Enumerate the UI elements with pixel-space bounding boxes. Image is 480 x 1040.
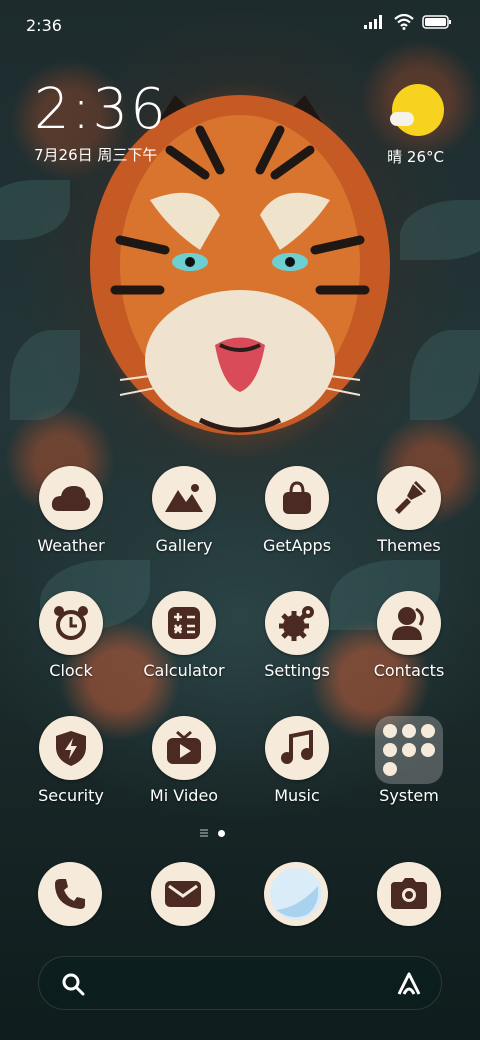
app-label: Gallery bbox=[155, 536, 213, 555]
dock-messages[interactable] bbox=[151, 862, 215, 926]
cloud-icon bbox=[390, 112, 414, 126]
tiger-wallpaper bbox=[90, 95, 390, 435]
app-label: Weather bbox=[37, 536, 105, 555]
app-calculator[interactable]: Calculator bbox=[129, 591, 239, 680]
home-screen: 2:36 2:36 7月26日 周三下午 晴 26°C Weather Gall… bbox=[0, 0, 480, 1040]
signal-icon bbox=[364, 15, 382, 29]
app-settings[interactable]: Settings bbox=[242, 591, 352, 680]
clock-date: 7月26日 周三下午 bbox=[34, 146, 158, 164]
camera-icon bbox=[391, 878, 427, 909]
app-themes[interactable]: Themes bbox=[354, 466, 464, 555]
app-label: Security bbox=[38, 786, 104, 805]
app-contacts[interactable]: Contacts bbox=[354, 591, 464, 680]
app-clock[interactable]: Clock bbox=[16, 591, 126, 680]
page-indicator[interactable] bbox=[200, 829, 225, 837]
app-mi-video[interactable]: Mi Video bbox=[129, 716, 239, 805]
app-system-folder[interactable]: System bbox=[354, 716, 464, 805]
app-getapps[interactable]: GetApps bbox=[242, 466, 352, 555]
browser-icon bbox=[268, 866, 324, 922]
home-feed-indicator-icon bbox=[200, 829, 208, 837]
clock-widget[interactable]: 2:36 7月26日 周三下午 bbox=[34, 82, 168, 165]
shield-icon bbox=[39, 716, 103, 780]
app-music[interactable]: Music bbox=[242, 716, 352, 805]
dock-camera[interactable] bbox=[377, 862, 441, 926]
battery-icon bbox=[422, 15, 451, 29]
wifi-icon bbox=[394, 14, 414, 30]
mountain-icon bbox=[152, 466, 216, 530]
person-icon bbox=[377, 591, 441, 655]
clock-time: 2:36 bbox=[34, 77, 168, 142]
status-bar: 2:36 bbox=[0, 0, 480, 50]
app-label: GetApps bbox=[262, 536, 332, 555]
search-icon bbox=[62, 973, 85, 996]
dock-phone[interactable] bbox=[38, 862, 102, 926]
sun-icon bbox=[392, 84, 444, 136]
app-label: Mi Video bbox=[149, 786, 219, 805]
app-label: Clock bbox=[49, 661, 93, 680]
app-weather[interactable]: Weather bbox=[16, 466, 126, 555]
gear-icon bbox=[265, 591, 329, 655]
cloud-icon bbox=[39, 466, 103, 530]
weather-condition-temp: 晴 26°C bbox=[387, 148, 444, 166]
assistant-icon[interactable] bbox=[395, 970, 423, 998]
folder-icon bbox=[375, 716, 443, 784]
app-label: Calculator bbox=[143, 661, 225, 680]
app-label: Music bbox=[274, 786, 320, 805]
music-note-icon bbox=[265, 716, 329, 780]
app-security[interactable]: Security bbox=[16, 716, 126, 805]
alarm-clock-icon bbox=[39, 591, 103, 655]
dock-browser[interactable] bbox=[264, 862, 328, 926]
status-icons bbox=[364, 14, 452, 30]
weather-widget[interactable]: 晴 26°C bbox=[324, 84, 444, 166]
app-label: Contacts bbox=[373, 661, 445, 680]
tv-play-icon bbox=[152, 716, 216, 780]
app-label: Themes bbox=[377, 536, 441, 555]
envelope-icon bbox=[165, 881, 201, 907]
status-time: 2:36 bbox=[26, 16, 62, 35]
search-bar[interactable] bbox=[38, 956, 442, 1010]
brush-icon bbox=[377, 466, 441, 530]
calculator-icon bbox=[152, 591, 216, 655]
app-label: System bbox=[379, 786, 439, 805]
app-gallery[interactable]: Gallery bbox=[129, 466, 239, 555]
app-label: Settings bbox=[264, 661, 330, 680]
shopping-bag-icon bbox=[265, 466, 329, 530]
page-dot-active bbox=[218, 829, 225, 837]
phone-icon bbox=[55, 879, 85, 909]
